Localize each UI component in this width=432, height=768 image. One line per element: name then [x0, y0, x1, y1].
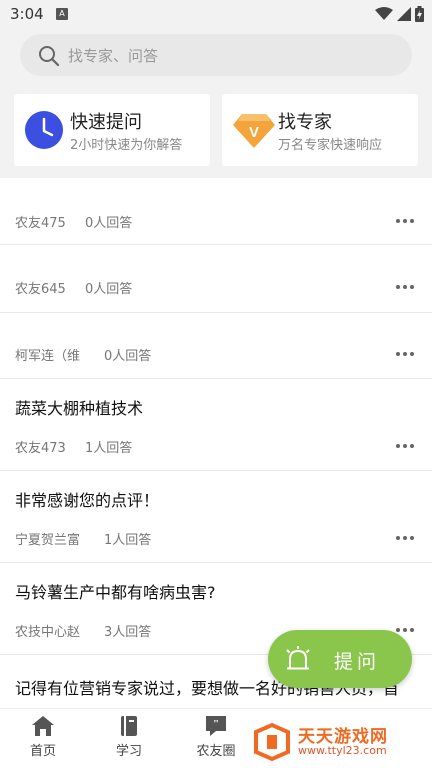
item-author: 农友473	[15, 441, 66, 456]
tab-community-label: 农友圈	[196, 744, 236, 759]
item-author: 农友645	[15, 282, 66, 297]
item-meta: 宁夏贺兰富 1人回答	[0, 529, 432, 549]
status-bar: 3:04 A	[0, 0, 432, 30]
chat-bubble-icon: "	[206, 716, 226, 736]
list-item[interactable]: 柯军连（维 0人回答	[0, 312, 432, 379]
tab-home[interactable]: 首页	[13, 715, 73, 759]
more-icon[interactable]	[396, 345, 414, 363]
item-meta: 柯军连（维 0人回答	[0, 345, 432, 365]
alarm-bell-icon	[286, 646, 310, 670]
watermark-url: www.ttyl23.com	[298, 744, 387, 757]
item-author: 柯军连（维	[15, 349, 81, 364]
tab-community[interactable]: " 农友圈	[186, 715, 246, 759]
svg-text:V: V	[249, 124, 259, 141]
item-meta: 农友473 1人回答	[0, 437, 432, 457]
watermark-emblem-icon	[254, 722, 290, 762]
list-item[interactable]: 农友475 0人回答	[0, 178, 432, 245]
find-expert-title: 找专家	[278, 112, 332, 133]
home-icon	[32, 716, 54, 736]
clock-icon	[25, 111, 63, 149]
item-meta: 农友645 0人回答	[0, 278, 432, 298]
find-expert-subtitle: 万名专家快速响应	[278, 138, 383, 153]
watermark-logo: 天天游戏网 www.ttyl23.com	[252, 722, 422, 762]
quick-ask-title: 快速提问	[70, 112, 142, 133]
search-placeholder: 找专家、问答	[68, 47, 159, 65]
item-answers: 1人回答	[85, 441, 133, 456]
status-time: 3:04	[10, 5, 44, 23]
item-title: 蔬菜大棚种植技术	[15, 399, 144, 418]
list-item[interactable]: 农友645 0人回答	[0, 245, 432, 312]
item-author: 宁夏贺兰富	[15, 533, 81, 548]
item-answers: 1人回答	[104, 533, 152, 548]
tab-home-label: 首页	[29, 744, 56, 759]
item-title: 非常感谢您的点评！	[15, 491, 160, 510]
more-icon[interactable]	[396, 212, 414, 230]
item-answers: 0人回答	[104, 349, 152, 364]
item-answers: 0人回答	[85, 282, 133, 297]
top-area: 找专家、问答 快速提问 2小时快速为你解答 V 找专家 万名专家快速响应	[0, 30, 432, 178]
diamond-v-icon: V	[233, 114, 275, 148]
item-answers: 3人回答	[104, 625, 152, 640]
more-icon[interactable]	[396, 529, 414, 547]
item-author: 农技中心赵	[15, 625, 81, 640]
find-expert-card[interactable]: V 找专家 万名专家快速响应	[222, 94, 418, 166]
book-icon	[121, 716, 137, 736]
quick-ask-subtitle: 2小时快速为你解答	[70, 138, 183, 153]
item-meta: 农友475 0人回答	[0, 212, 432, 232]
battery-icon	[415, 6, 424, 22]
ask-question-button[interactable]: 提问	[268, 630, 412, 688]
svg-text:": "	[213, 718, 219, 730]
item-title: 马铃薯生产中都有啥病虫害?	[15, 583, 216, 602]
more-icon[interactable]	[396, 437, 414, 455]
list-item[interactable]: 非常感谢您的点评！ 宁夏贺兰富 1人回答	[0, 471, 432, 563]
status-icons	[375, 6, 424, 22]
search-icon	[39, 46, 60, 67]
list-item[interactable]: 蔬菜大棚种植技术 农友473 1人回答	[0, 379, 432, 471]
signal-icon	[397, 7, 411, 21]
item-answers: 0人回答	[85, 216, 133, 231]
tab-study[interactable]: 学习	[99, 715, 159, 759]
notification-icon: A	[56, 8, 68, 20]
quick-ask-card[interactable]: 快速提问 2小时快速为你解答	[14, 94, 210, 166]
search-input[interactable]: 找专家、问答	[20, 34, 412, 76]
tab-study-label: 学习	[115, 744, 142, 759]
ask-question-label: 提问	[334, 651, 381, 673]
wifi-icon	[375, 7, 393, 20]
more-icon[interactable]	[396, 278, 414, 296]
item-author: 农友475	[15, 216, 66, 231]
